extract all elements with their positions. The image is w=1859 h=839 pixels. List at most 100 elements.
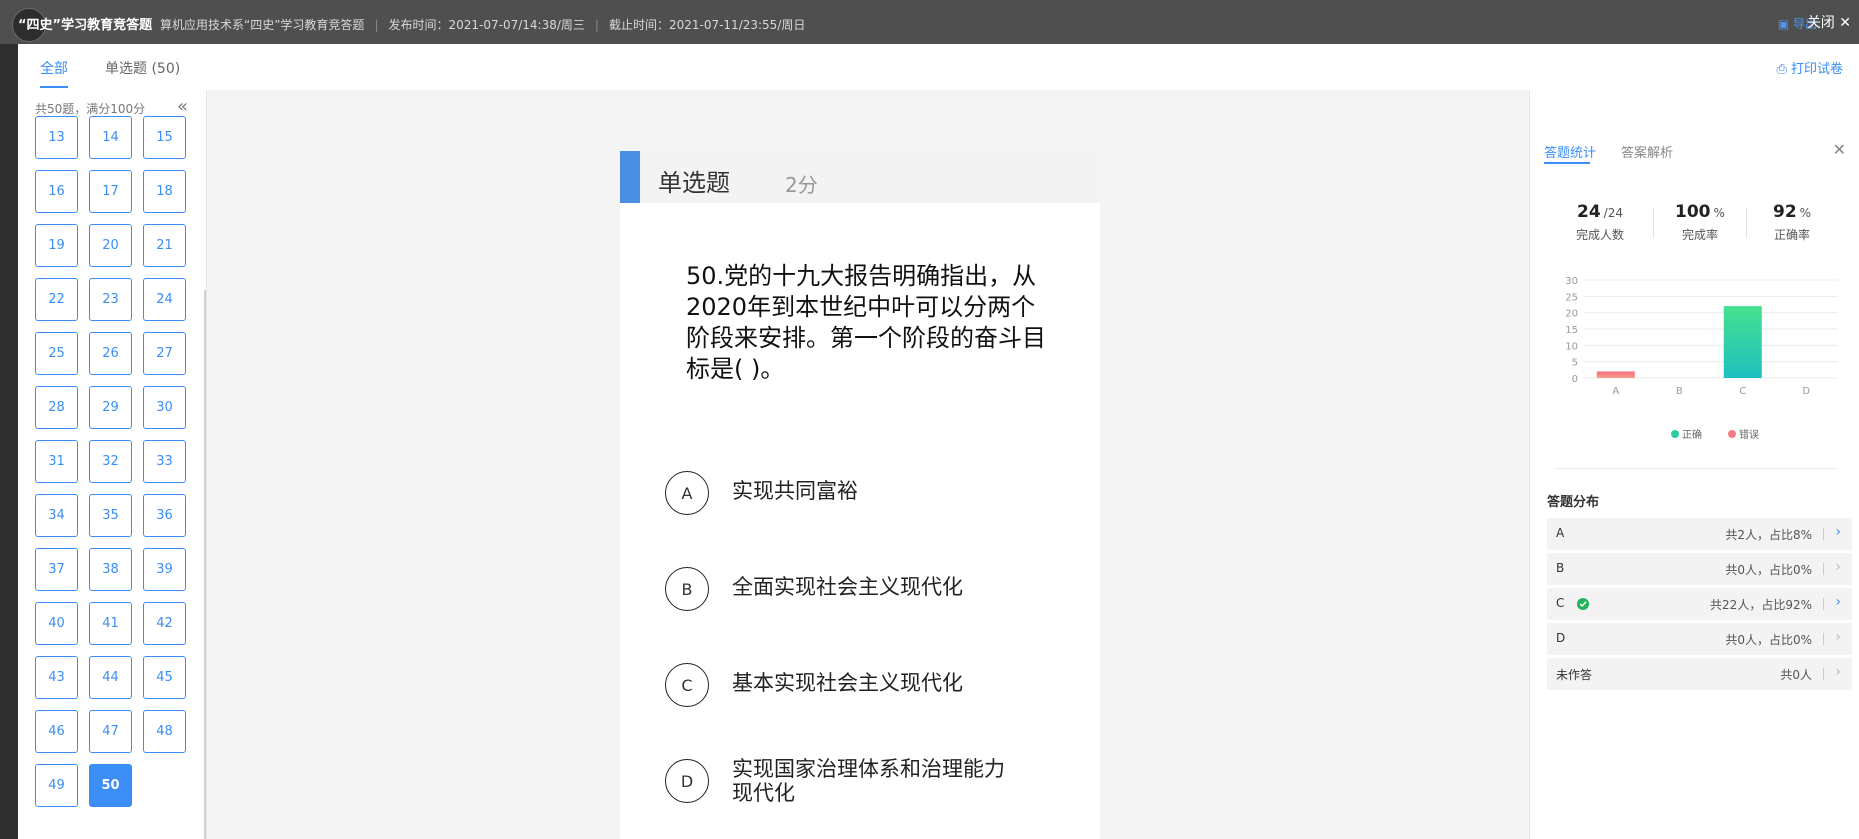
distribution-count: 共0人，占比0% [1725,633,1812,647]
question-number-button[interactable]: 29 [89,386,132,429]
printer-icon: ⎙ [1776,62,1791,77]
question-number-button[interactable]: 42 [143,602,186,645]
distribution-label: D [1556,631,1566,645]
question-number-button[interactable]: 45 [143,656,186,699]
question-number-button[interactable]: 21 [143,224,186,267]
exam-title: “四史”学习教育竞答题 [18,18,153,33]
question-number-button[interactable]: 33 [143,440,186,483]
question-number-button[interactable]: 14 [89,116,132,159]
x-tick-label: C [1739,386,1746,397]
collapse-icon[interactable]: « [177,96,188,117]
distribution-row[interactable]: D 共0人，占比0% › [1547,623,1852,655]
distribution-label: A [1556,526,1565,540]
question-number-button[interactable]: 22 [35,278,78,321]
row-divider [1823,528,1824,540]
chevron-right-icon[interactable]: › [1835,524,1841,540]
question-number-button[interactable]: 36 [143,494,186,537]
y-tick-label: 0 [1572,374,1578,385]
question-stage: 单选题 2分 50.党的十九大报告明确指出，从2020年到本世纪中叶可以分两个阶… [207,90,1529,839]
option-letter: B [665,567,709,611]
question-number-button[interactable]: 47 [89,710,132,753]
deadline-time: 截止时间：2021-07-11/23:55/周日 [608,18,806,32]
question-number-button[interactable]: 18 [143,170,186,213]
question-number-button[interactable]: 37 [35,548,78,591]
question-number-button[interactable]: 27 [143,332,186,375]
question-number-button[interactable]: 20 [89,224,132,267]
question-card: 单选题 2分 50.党的十九大报告明确指出，从2020年到本世纪中叶可以分两个阶… [620,151,1100,839]
close-icon[interactable]: ✕ [1833,140,1846,159]
y-tick-label: 30 [1565,276,1578,287]
tab-single-choice[interactable]: 单选题 (50) [105,58,180,78]
question-number-button[interactable]: 16 [35,170,78,213]
chevron-right-icon[interactable]: › [1835,629,1841,645]
question-number-button[interactable]: 44 [89,656,132,699]
file-icon: ▣ [1777,17,1793,31]
question-number-button[interactable]: 46 [35,710,78,753]
option-d[interactable]: D 实现国家治理体系和治理能力现代化 [665,757,1085,807]
distribution-row[interactable]: B 共0人，占比0% › [1547,553,1852,585]
question-number-button[interactable]: 24 [143,278,186,321]
distribution-row[interactable]: 未作答 共0人 › [1547,658,1852,690]
question-number-button[interactable]: 38 [89,548,132,591]
option-text: 实现国家治理体系和治理能力现代化 [732,757,1005,805]
answer-bar-chart: 0 5 10 15 20 25 30 A B C D 正确 错误 [1565,276,1838,441]
distribution-row[interactable]: A 共2人，占比8% › [1547,518,1852,550]
stat-number: 100 [1675,202,1711,222]
question-number-button[interactable]: 32 [89,440,132,483]
option-text: 全面实现社会主义现代化 [732,575,963,599]
question-number-button[interactable]: 31 [35,440,78,483]
tab-underline [40,86,68,88]
option-letter: C [665,663,709,707]
stat-unit: % [1713,206,1725,220]
option-letter: D [665,759,709,803]
y-tick-label: 10 [1565,341,1578,352]
bar-a-wrong [1596,371,1635,378]
question-number-button[interactable]: 41 [89,602,132,645]
y-tick-label: 25 [1565,292,1578,303]
option-text: 实现共同富裕 [732,479,858,503]
question-number-button[interactable]: 35 [89,494,132,537]
question-number-button[interactable]: 26 [89,332,132,375]
question-number-button[interactable]: 13 [35,116,78,159]
question-number-button[interactable]: 25 [35,332,78,375]
print-button[interactable]: ⎙ 打印试卷 [1776,58,1843,77]
chevron-right-icon[interactable]: › [1835,559,1841,575]
question-number-button[interactable]: 17 [89,170,132,213]
question-number-button[interactable]: 23 [89,278,132,321]
y-tick-label: 20 [1565,309,1578,320]
chevron-right-icon[interactable]: › [1835,594,1841,610]
question-number-button[interactable]: 19 [35,224,78,267]
option-c[interactable]: C 基本实现社会主义现代化 [665,663,1085,711]
stat-value: 100% [1675,202,1725,222]
bar-c-correct [1723,306,1762,378]
question-number-button[interactable]: 39 [143,548,186,591]
close-button[interactable]: 关闭 ✕ [1807,12,1851,32]
row-divider [1823,633,1824,645]
tab-all[interactable]: 全部 [40,58,68,78]
option-a[interactable]: A 实现共同富裕 [665,471,1085,519]
question-header: 单选题 2分 [620,151,1100,203]
question-sidebar: 共50题，满分100分 « 13 14 15 16 17 18 19 20 21 22 23 24 25… [18,90,207,839]
chevron-right-icon[interactable]: › [1835,664,1841,680]
question-number-button[interactable]: 40 [35,602,78,645]
question-number-button[interactable]: 34 [35,494,78,537]
question-number-button[interactable]: 43 [35,656,78,699]
sidebar-scrollbar[interactable] [204,290,206,839]
backdrop-strip [0,44,18,839]
x-tick-label: D [1802,386,1810,397]
stat-label: 正确率 [1774,228,1811,242]
question-number-button[interactable]: 50 [89,764,132,807]
question-number-button[interactable]: 28 [35,386,78,429]
stat-divider [1746,208,1747,238]
option-b[interactable]: B 全面实现社会主义现代化 [665,567,1085,615]
question-number-button[interactable]: 15 [143,116,186,159]
question-number-button[interactable]: 49 [35,764,78,807]
row-divider [1823,563,1824,575]
tab-answer-analysis[interactable]: 答案解析 [1621,142,1673,161]
distribution-count: 共22人，占比92% [1710,598,1812,612]
question-number-button[interactable]: 30 [143,386,186,429]
distribution-row[interactable]: C 共22人，占比92% › [1547,588,1852,620]
distribution-label: C [1556,596,1565,610]
question-number-button[interactable]: 48 [143,710,186,753]
tab-answer-stats[interactable]: 答题统计 [1544,142,1596,161]
